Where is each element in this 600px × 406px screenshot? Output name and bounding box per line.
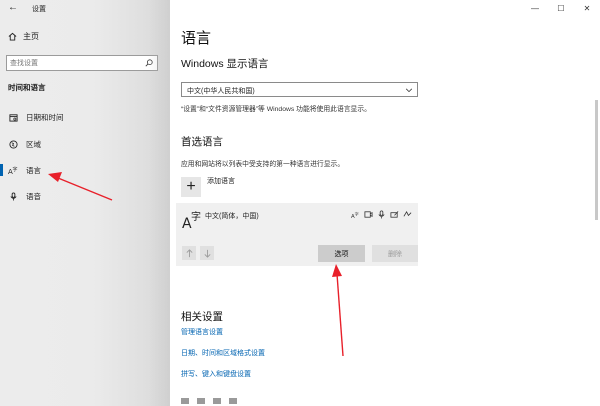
handwriting-icon [390, 211, 399, 218]
search-icon[interactable] [145, 59, 153, 67]
spelling-typing-keyboard-link[interactable]: 拼写、键入和键盘设置 [181, 369, 251, 379]
app-title: 设置 [32, 6, 46, 13]
section-title: 时间和语言 [8, 83, 46, 92]
page-title: 语言 [181, 30, 212, 47]
sidebar-item-speech[interactable]: 语音 [0, 186, 170, 206]
arrow-up-icon [185, 248, 193, 257]
language-glyph-icon: A 字 [182, 210, 201, 230]
search-input[interactable] [10, 56, 140, 70]
sidebar-item-region[interactable]: 区域 [0, 134, 170, 154]
language-feature-icons: A字 [351, 210, 412, 219]
language-card[interactable]: A 字 中文(简体，中国) A字 选项 删除 [176, 203, 418, 266]
sidebar-item-label: 日期和时间 [26, 112, 64, 122]
main-content: — ☐ ✕ 语言 Windows 显示语言 中文(中华人民共和国) “设置”和“… [170, 0, 600, 406]
options-button[interactable]: 选项 [318, 245, 365, 262]
microphone-feature-icon [378, 210, 385, 219]
scrollbar[interactable] [595, 100, 598, 220]
back-arrow-icon[interactable]: ← [8, 3, 18, 13]
language-name: 中文(简体，中国) [205, 213, 259, 220]
sidebar-item-label: 语言 [26, 165, 41, 175]
sidebar: ← 设置 主页 时间和语言 日期和时间 区域 A字 语言 [0, 0, 170, 406]
date-time-region-formatting-link[interactable]: 日期、时间和区域格式设置 [181, 348, 265, 358]
chevron-down-icon [405, 88, 413, 93]
add-language-label: 添加语言 [207, 178, 235, 185]
svg-text:字: 字 [355, 210, 359, 216]
maximize-icon[interactable]: ☐ [548, 0, 574, 16]
manage-language-settings-link[interactable]: 管理语言设置 [181, 327, 223, 337]
move-down-button[interactable] [200, 246, 214, 260]
window-controls: — ☐ ✕ [522, 0, 600, 16]
partial-icon [213, 398, 221, 404]
search-box[interactable] [6, 55, 158, 71]
home-label: 主页 [23, 32, 39, 41]
sidebar-item-label: 区域 [26, 139, 41, 149]
display-language-heading: Windows 显示语言 [181, 58, 269, 70]
home-link[interactable]: 主页 [8, 31, 39, 42]
svg-text:字: 字 [191, 210, 201, 223]
svg-text:字: 字 [13, 166, 18, 173]
related-settings-heading: 相关设置 [181, 311, 223, 323]
speech-recognition-icon [364, 211, 373, 218]
close-icon[interactable]: ✕ [574, 0, 600, 16]
remove-button[interactable]: 删除 [372, 245, 418, 262]
globe-icon [8, 139, 18, 149]
preferred-languages-note: 应用和网站将以列表中受支持的第一种语言进行显示。 [181, 161, 345, 168]
bottom-partial-icons [181, 398, 237, 404]
move-up-button[interactable] [182, 246, 196, 260]
microphone-icon [8, 191, 18, 201]
add-language-button[interactable]: + 添加语言 [181, 177, 235, 197]
language-icon: A字 [8, 165, 18, 175]
sidebar-item-date-time[interactable]: 日期和时间 [0, 107, 170, 127]
partial-icon [197, 398, 205, 404]
typing-icon [403, 210, 412, 217]
titlebar: ← 设置 [0, 0, 170, 16]
display-language-select[interactable]: 中文(中华人民共和国) [181, 82, 418, 97]
display-language-note: “设置”和“文件资源管理器”等 Windows 功能将使用此语言显示。 [181, 106, 371, 113]
calendar-icon [8, 113, 18, 122]
minimize-icon[interactable]: — [522, 0, 548, 16]
plus-icon: + [181, 177, 201, 197]
arrow-down-icon [203, 249, 211, 258]
display-language-feature-icon: A字 [351, 210, 359, 219]
sidebar-item-label: 语音 [26, 191, 41, 201]
partial-icon [181, 398, 189, 404]
display-language-value: 中文(中华人民共和国) [187, 88, 255, 95]
partial-icon [229, 398, 237, 404]
preferred-languages-heading: 首选语言 [181, 136, 223, 148]
sidebar-item-language[interactable]: A字 语言 [0, 160, 170, 180]
home-icon [8, 32, 17, 41]
